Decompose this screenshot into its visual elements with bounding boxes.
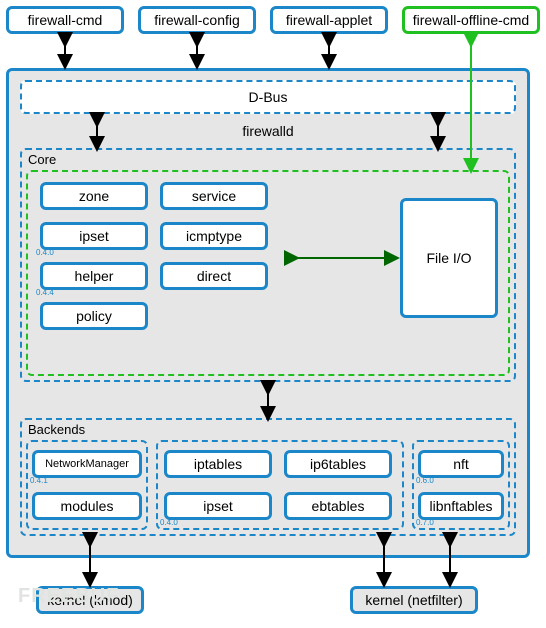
arrows-layer xyxy=(0,0,546,628)
